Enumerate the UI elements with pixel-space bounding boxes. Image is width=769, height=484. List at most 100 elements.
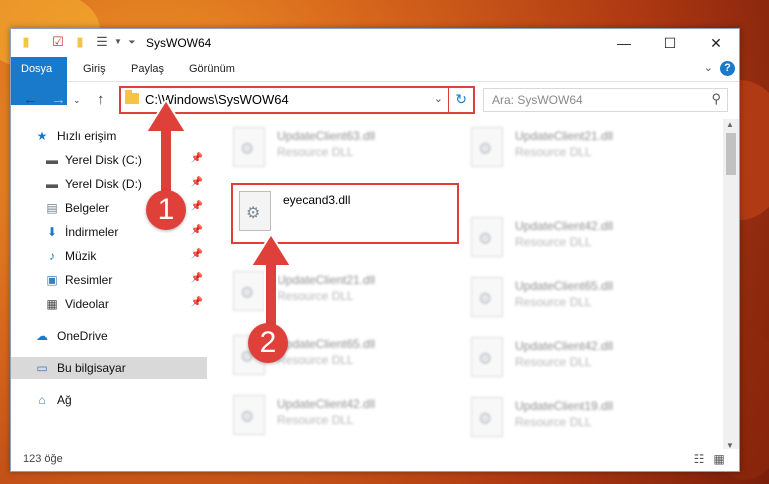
properties-icon[interactable]: ☑: [51, 35, 65, 49]
file-type: Resource DLL: [277, 353, 354, 367]
address-divider: [448, 88, 449, 112]
title-bar: ▮ ☑ ▮ ☰ ▼ ⏷ SysWOW64 — ☐ ✕: [11, 29, 739, 57]
chevron-down-icon[interactable]: ⌄: [434, 92, 443, 105]
dll-file-icon: ⚙: [471, 337, 503, 377]
pictures-icon: ▣: [46, 273, 58, 287]
close-button[interactable]: ✕: [693, 29, 739, 57]
new-folder-icon[interactable]: ▮: [73, 35, 87, 49]
file-name: UpdateClient65.dll: [515, 279, 614, 293]
sidebar-item-pictures[interactable]: ▣ Resimler 📌: [11, 269, 207, 291]
folder-icon: [125, 90, 139, 104]
file-name: UpdateClient19.dll: [515, 399, 614, 413]
file-item[interactable]: ⚙ UpdateClient63.dll Resource DLL: [233, 125, 453, 173]
dll-file-icon: ⚙: [471, 397, 503, 437]
sidebar-item-label: İndirmeler: [65, 225, 119, 239]
details-view-icon[interactable]: ☷: [691, 452, 707, 466]
file-type: Resource DLL: [277, 145, 354, 159]
sidebar-item-label: Resimler: [65, 273, 113, 287]
gear-icon: ⚙: [478, 411, 493, 428]
folder-icon: ▮: [22, 34, 30, 49]
search-placeholder: Ara: SysWOW64: [492, 93, 583, 107]
minimize-button[interactable]: —: [601, 29, 647, 57]
pin-icon: 📌: [190, 297, 203, 308]
sidebar-item-label: Yerel Disk (C:): [65, 153, 142, 167]
sidebar-item-label: Videolar: [65, 297, 109, 311]
vertical-scrollbar[interactable]: ▲ ▼: [723, 119, 739, 451]
file-item[interactable]: ⚙ UpdateClient65.dll Resource DLL: [471, 275, 691, 323]
sidebar-item-videos[interactable]: ▦ Videolar 📌: [11, 293, 207, 315]
file-name: UpdateClient42.dll: [515, 339, 614, 353]
file-type: Resource DLL: [277, 413, 354, 427]
chevron-down-icon[interactable]: ▼: [111, 35, 125, 49]
sidebar-item-label: Bu bilgisayar: [57, 361, 126, 375]
tab-view[interactable]: Görünüm: [179, 57, 245, 81]
file-name: UpdateClient42.dll: [515, 219, 614, 233]
sidebar-item-label: Belgeler: [65, 201, 110, 215]
forward-button[interactable]: →: [51, 91, 66, 108]
step-badge-1: 1: [146, 190, 186, 230]
file-item[interactable]: ⚙ UpdateClient42.dll Resource DLL: [233, 393, 453, 441]
refresh-icon[interactable]: ↻: [455, 91, 467, 108]
help-button[interactable]: ?: [720, 61, 735, 76]
customize-toolbar-icon[interactable]: ☰: [95, 35, 109, 49]
documents-icon: ▤: [46, 201, 58, 215]
chevron-down-icon[interactable]: ⏷: [125, 35, 139, 49]
window-title: SysWOW64: [146, 36, 212, 50]
gear-icon: ⚙: [478, 231, 493, 248]
up-button[interactable]: ↑: [97, 91, 105, 108]
expand-ribbon-icon[interactable]: ⌄: [704, 61, 713, 74]
navigation-bar: ← → ⌄ ↑ C:\Windows\SysWOW64 ⌄ ↻ Ara: Sys…: [11, 82, 739, 116]
sidebar-item-label: Yerel Disk (D:): [65, 177, 142, 191]
large-icons-view-icon[interactable]: ▦: [711, 452, 727, 466]
file-item[interactable]: ⚙ UpdateClient21.dll Resource DLL: [471, 125, 691, 173]
gear-icon: ⚙: [478, 351, 493, 368]
file-type: Resource DLL: [515, 355, 592, 369]
file-type: Resource DLL: [515, 415, 592, 429]
sidebar-item-label: OneDrive: [57, 329, 108, 343]
videos-icon: ▦: [46, 297, 58, 311]
sidebar-item-onedrive[interactable]: ☁ OneDrive: [11, 325, 207, 347]
sidebar-item-network[interactable]: ⌂ Ağ: [11, 389, 207, 411]
computer-icon: ▭: [36, 361, 48, 375]
gear-icon: ⚙: [240, 409, 255, 426]
file-type: Resource DLL: [515, 145, 592, 159]
gear-icon: ⚙: [478, 291, 493, 308]
file-item-eyecand3[interactable]: ⚙ eyecand3.dll: [239, 189, 459, 237]
file-item[interactable]: ⚙ UpdateClient42.dll Resource DLL: [471, 215, 691, 263]
file-name: UpdateClient63.dll: [277, 129, 376, 143]
dll-file-icon: ⚙: [471, 277, 503, 317]
cloud-icon: ☁: [36, 329, 48, 343]
gear-icon: ⚙: [478, 141, 493, 158]
scroll-up-icon[interactable]: ▲: [726, 120, 734, 129]
search-icon[interactable]: ⚲: [711, 91, 721, 107]
music-icon: ♪: [49, 249, 55, 263]
file-item[interactable]: ⚙ UpdateClient42.dll Resource DLL: [471, 335, 691, 383]
dll-file-icon: ⚙: [471, 127, 503, 167]
sidebar-item-music[interactable]: ♪ Müzik 📌: [11, 245, 207, 267]
star-icon: ★: [36, 129, 48, 143]
file-item[interactable]: ⚙ UpdateClient19.dll Resource DLL: [471, 395, 691, 443]
back-button[interactable]: ←: [23, 91, 38, 108]
file-name: eyecand3.dll: [283, 193, 351, 207]
tab-share[interactable]: Paylaş: [121, 57, 174, 81]
dll-file-icon: ⚙: [471, 217, 503, 257]
maximize-button[interactable]: ☐: [647, 29, 693, 57]
file-name: UpdateClient42.dll: [277, 397, 376, 411]
drive-icon: ▬: [46, 177, 58, 191]
search-input[interactable]: Ara: SysWOW64 ⚲: [483, 88, 728, 112]
pin-icon: 📌: [190, 225, 203, 236]
status-bar: 123 öğe ☷ ▦: [11, 449, 739, 471]
pin-icon: 📌: [190, 249, 203, 260]
sidebar-item-label: Hızlı erişim: [57, 129, 117, 143]
file-name: UpdateClient21.dll: [515, 129, 614, 143]
file-type: Resource DLL: [515, 295, 592, 309]
gear-icon: ⚙: [246, 205, 261, 222]
sidebar-item-this-pc[interactable]: ▭ Bu bilgisayar: [11, 357, 207, 379]
gear-icon: ⚙: [240, 141, 255, 158]
tab-home[interactable]: Giriş: [73, 57, 116, 81]
pin-icon: 📌: [190, 273, 203, 284]
sidebar-item-label: Ağ: [57, 393, 72, 407]
recent-locations-icon[interactable]: ⌄: [73, 95, 81, 106]
scrollbar-thumb[interactable]: [726, 133, 736, 175]
downloads-icon: ⬇: [46, 225, 58, 239]
